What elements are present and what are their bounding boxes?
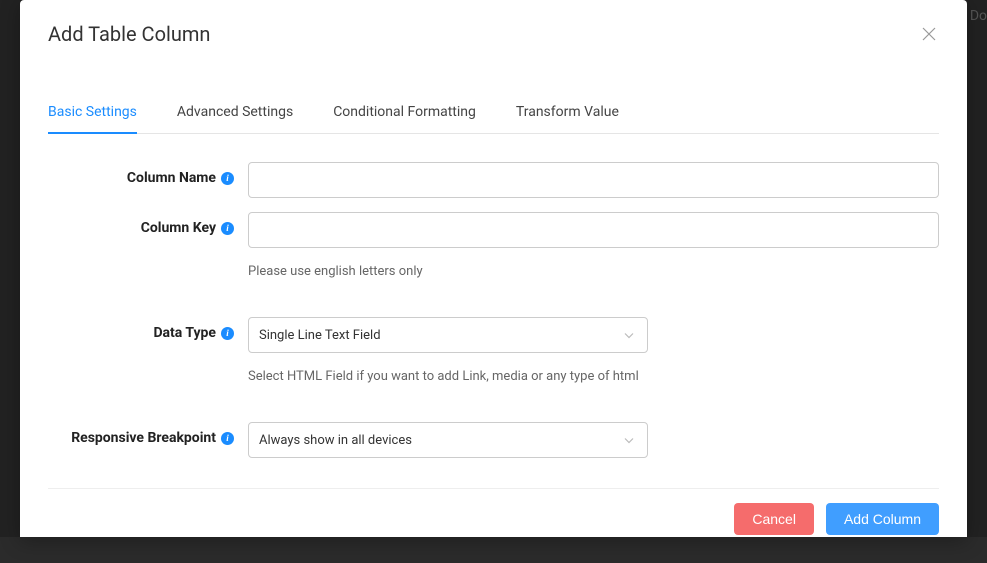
modal-body: Basic Settings Advanced Settings Conditi… — [20, 64, 967, 489]
modal-title: Add Table Column — [48, 22, 210, 46]
add-column-button[interactable]: Add Column — [826, 503, 939, 535]
column-key-help: Please use english letters only — [248, 264, 939, 279]
responsive-breakpoint-control: Always show in all devices — [248, 422, 939, 458]
close-icon — [922, 27, 936, 41]
info-icon[interactable]: i — [221, 222, 234, 235]
data-type-label: Data Type — [153, 325, 216, 341]
responsive-breakpoint-label: Responsive Breakpoint — [71, 430, 216, 446]
data-type-label-cell: Data Type i — [48, 317, 248, 341]
info-icon[interactable]: i — [221, 327, 234, 340]
tab-conditional-formatting[interactable]: Conditional Formatting — [333, 92, 476, 134]
tab-transform-value[interactable]: Transform Value — [516, 92, 619, 134]
column-name-label: Column Name — [127, 170, 216, 186]
data-type-control: Single Line Text Field Select HTML Field… — [248, 317, 939, 408]
cancel-button[interactable]: Cancel — [734, 503, 814, 535]
data-type-help: Select HTML Field if you want to add Lin… — [248, 369, 939, 384]
tab-advanced-settings[interactable]: Advanced Settings — [177, 92, 293, 134]
tabs-bar: Basic Settings Advanced Settings Conditi… — [48, 92, 939, 134]
column-name-control — [248, 162, 939, 198]
column-key-label-cell: Column Key i — [48, 212, 248, 236]
column-name-label-cell: Column Name i — [48, 162, 248, 186]
column-key-row: Column Key i Please use english letters … — [48, 212, 939, 303]
add-table-column-modal: Add Table Column Basic Settings Advanced… — [20, 0, 967, 537]
basic-settings-form: Column Name i Column Key i Please use en… — [48, 134, 939, 489]
column-key-control: Please use english letters only — [248, 212, 939, 303]
responsive-breakpoint-select[interactable]: Always show in all devices — [248, 422, 648, 458]
modal-footer: Cancel Add Column — [20, 489, 967, 563]
column-key-label: Column Key — [141, 220, 216, 236]
close-button[interactable] — [919, 24, 939, 44]
column-key-input[interactable] — [248, 212, 939, 248]
responsive-breakpoint-label-cell: Responsive Breakpoint i — [48, 422, 248, 446]
responsive-breakpoint-row: Responsive Breakpoint i Always show in a… — [48, 422, 939, 458]
responsive-breakpoint-value: Always show in all devices — [248, 422, 648, 458]
data-type-value: Single Line Text Field — [248, 317, 648, 353]
background-fragment: Do — [970, 8, 987, 24]
data-type-row: Data Type i Single Line Text Field Selec… — [48, 317, 939, 408]
modal-header: Add Table Column — [20, 0, 967, 64]
column-name-input[interactable] — [248, 162, 939, 198]
column-name-row: Column Name i — [48, 162, 939, 198]
tab-basic-settings[interactable]: Basic Settings — [48, 92, 137, 134]
data-type-select[interactable]: Single Line Text Field — [248, 317, 648, 353]
info-icon[interactable]: i — [221, 432, 234, 445]
info-icon[interactable]: i — [221, 172, 234, 185]
